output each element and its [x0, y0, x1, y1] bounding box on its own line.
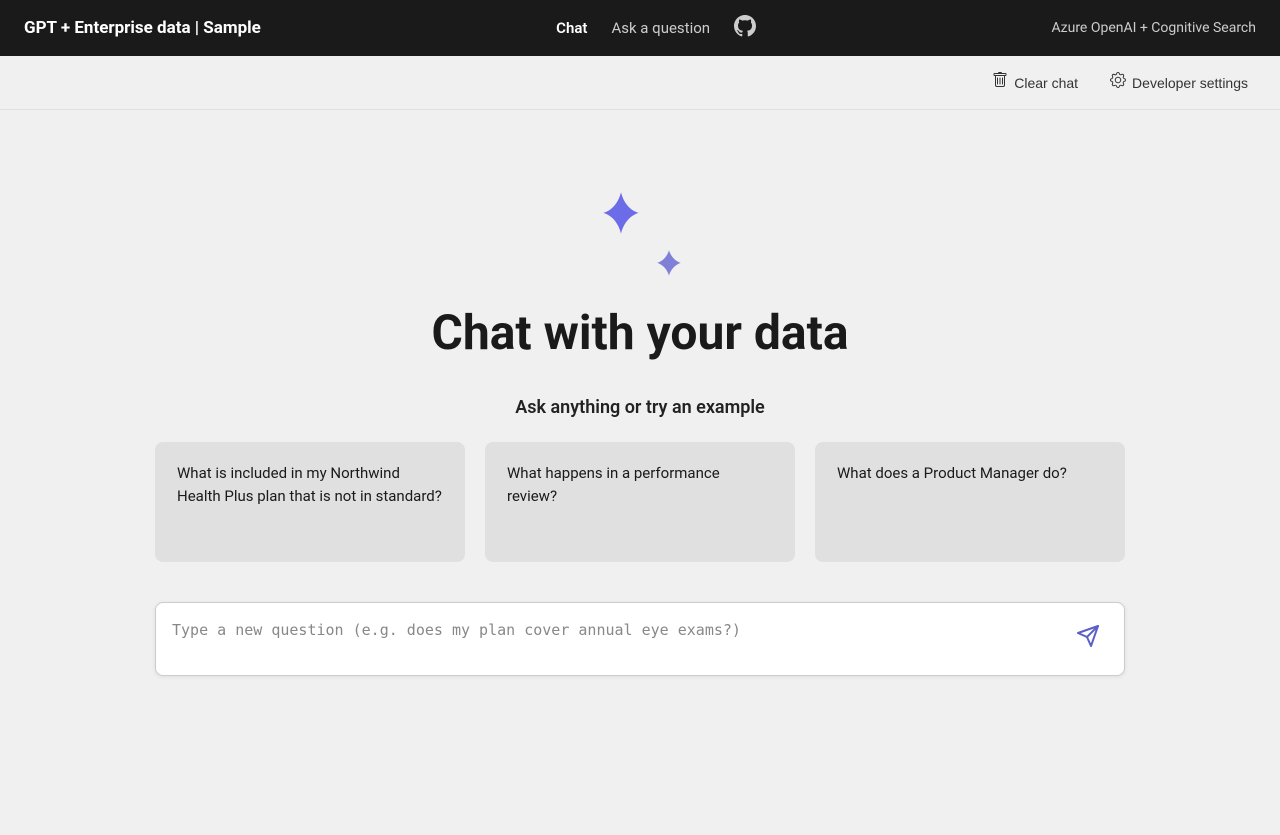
- example-card-3[interactable]: What does a Product Manager do?: [815, 442, 1125, 562]
- main-content: Chat with your data Ask anything or try …: [0, 110, 1280, 676]
- nav-chat[interactable]: Chat: [556, 19, 587, 37]
- nav-ask-question[interactable]: Ask a question: [611, 19, 710, 37]
- send-icon: [1076, 624, 1100, 654]
- trash-icon: [992, 72, 1008, 93]
- clear-chat-label: Clear chat: [1014, 75, 1078, 91]
- sub-heading: Ask anything or try an example: [515, 397, 764, 418]
- toolbar: Clear chat Developer settings: [0, 56, 1280, 110]
- navbar: GPT + Enterprise data | Sample Chat Ask …: [0, 0, 1280, 56]
- gear-icon: [1110, 72, 1126, 93]
- navbar-right: Azure OpenAI + Cognitive Search: [1051, 20, 1256, 36]
- developer-settings-button[interactable]: Developer settings: [1102, 68, 1256, 97]
- example-card-1[interactable]: What is included in my Northwind Health …: [155, 442, 465, 562]
- example-cards-container: What is included in my Northwind Health …: [155, 442, 1125, 562]
- azure-label: Azure OpenAI + Cognitive Search: [1051, 20, 1256, 36]
- example-card-2[interactable]: What happens in a performance review?: [485, 442, 795, 562]
- navbar-center: Chat Ask a question: [556, 15, 756, 42]
- main-heading: Chat with your data: [431, 304, 848, 361]
- sparkle-icon: [595, 190, 685, 280]
- navbar-brand: GPT + Enterprise data | Sample: [24, 18, 261, 38]
- chat-input-wrapper: [155, 602, 1125, 676]
- send-button[interactable]: [1068, 620, 1108, 658]
- github-icon[interactable]: [734, 15, 756, 42]
- navbar-left: GPT + Enterprise data | Sample: [24, 18, 261, 38]
- clear-chat-button[interactable]: Clear chat: [984, 68, 1086, 97]
- chat-input[interactable]: [172, 619, 1068, 659]
- developer-settings-label: Developer settings: [1132, 75, 1248, 91]
